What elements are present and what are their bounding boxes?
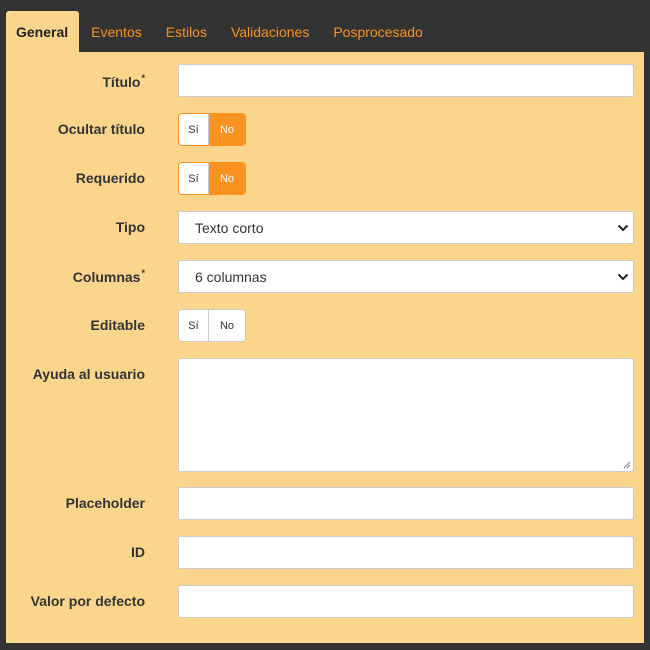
id-input[interactable] <box>178 536 634 569</box>
ocultar-titulo-si-button[interactable]: Sí <box>179 114 209 145</box>
requerido-label: Requerido <box>75 170 145 186</box>
titulo-label: Título* <box>102 73 145 90</box>
tipo-select-value: Texto corto <box>195 219 264 236</box>
tipo-select[interactable]: Texto corto <box>178 211 634 244</box>
editable-label: Editable <box>90 317 145 333</box>
required-mark: * <box>141 268 145 278</box>
editable-no-button[interactable]: No <box>209 310 245 341</box>
tab-posprocesado[interactable]: Posprocesado <box>321 11 435 53</box>
tab-bar: General Eventos Estilos Validaciones Pos… <box>6 11 435 53</box>
tab-estilos[interactable]: Estilos <box>154 11 219 53</box>
ayuda-label: Ayuda al usuario <box>32 366 145 382</box>
titulo-input[interactable] <box>178 64 634 97</box>
tab-eventos[interactable]: Eventos <box>79 11 154 53</box>
valor-defecto-label: Valor por defecto <box>30 593 145 609</box>
id-label: ID <box>131 544 145 560</box>
tab-general[interactable]: General <box>6 11 80 53</box>
columnas-select-value: 6 columnas <box>195 268 267 285</box>
requerido-si-button[interactable]: Sí <box>179 163 209 194</box>
ocultar-titulo-no-button[interactable]: No <box>209 114 245 145</box>
tab-validaciones[interactable]: Validaciones <box>219 11 321 53</box>
placeholder-input[interactable] <box>178 487 634 520</box>
ocultar-titulo-label: Ocultar título <box>57 121 145 137</box>
chevron-down-icon <box>617 273 629 281</box>
valor-defecto-input[interactable] <box>178 585 634 618</box>
general-form-panel: Título* Ocultar título Sí No Requerido S… <box>6 52 644 643</box>
columnas-select[interactable]: 6 columnas <box>178 260 634 293</box>
editable-toggle: Sí No <box>178 309 246 342</box>
requerido-toggle: Sí No <box>178 162 246 195</box>
tipo-label: Tipo <box>115 219 145 235</box>
chevron-down-icon <box>617 224 629 232</box>
ayuda-textarea[interactable] <box>178 358 634 472</box>
ocultar-titulo-toggle: Sí No <box>178 113 246 146</box>
columnas-label: Columnas* <box>72 268 145 285</box>
editable-si-button[interactable]: Sí <box>179 310 209 341</box>
requerido-no-button[interactable]: No <box>209 163 245 194</box>
placeholder-label: Placeholder <box>65 495 145 511</box>
resize-grip-icon[interactable] <box>623 461 631 469</box>
required-mark: * <box>141 73 145 83</box>
